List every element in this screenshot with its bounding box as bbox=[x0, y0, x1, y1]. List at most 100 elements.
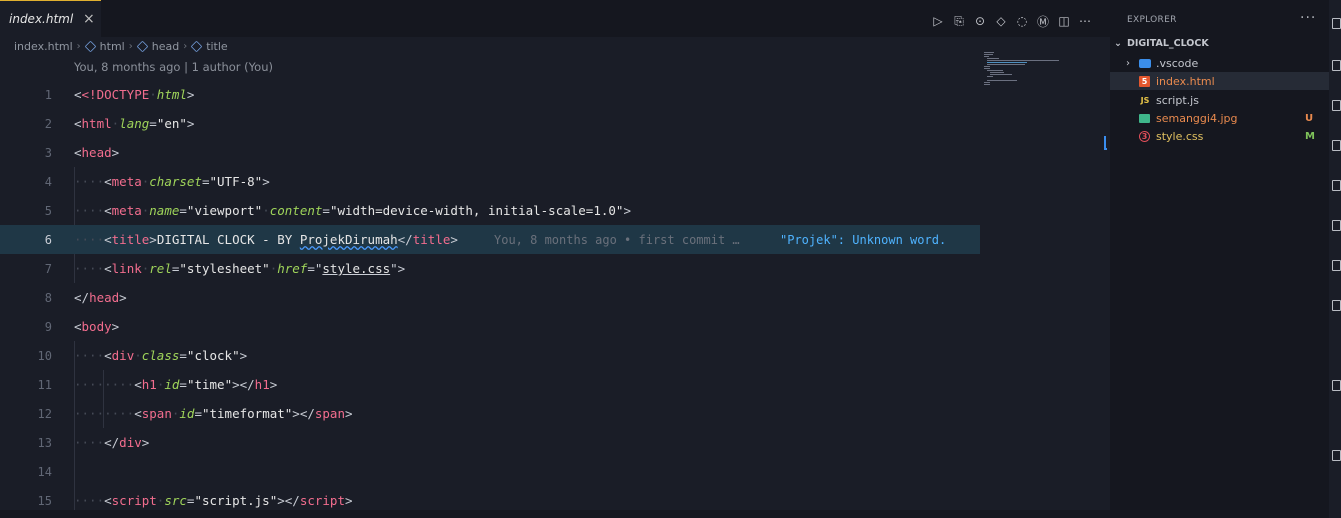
explorer-sidebar: EXPLORER ··· ⌄ DIGITAL_CLOCK › .vscode 5… bbox=[1110, 0, 1329, 518]
code-line[interactable]: 13 ····</div> bbox=[0, 428, 980, 457]
secondary-activity-bar bbox=[1329, 0, 1341, 518]
git-compare-icon[interactable]: ◇ bbox=[993, 12, 1009, 30]
run-icon[interactable]: ▷ bbox=[930, 12, 946, 30]
breadcrumb-head[interactable]: head bbox=[152, 40, 179, 53]
vscode-folder-icon bbox=[1139, 58, 1151, 68]
explorer-title: EXPLORER bbox=[1127, 15, 1177, 25]
code-line[interactable]: 5 ····<meta·name="viewport"·content="wid… bbox=[0, 196, 980, 225]
panel-icon[interactable] bbox=[1332, 60, 1341, 71]
panel-icon[interactable] bbox=[1332, 18, 1341, 29]
code-text: ········<span·id="timeformat"></span> bbox=[74, 406, 353, 421]
line-number: 9 bbox=[44, 319, 52, 334]
element-icon bbox=[84, 40, 96, 52]
panel-icon[interactable] bbox=[1332, 260, 1341, 271]
panel-icon[interactable] bbox=[1332, 380, 1341, 391]
breadcrumb-title[interactable]: title bbox=[206, 40, 228, 53]
line-number: 7 bbox=[44, 261, 52, 276]
split-editor-icon[interactable]: ◫ bbox=[1056, 12, 1072, 30]
file-semanggi4-jpg[interactable]: semanggi4.jpg U bbox=[1110, 109, 1329, 127]
file-label: script.js bbox=[1156, 93, 1199, 107]
code-line[interactable]: 7 ····<link·rel="stylesheet"·href="style… bbox=[0, 254, 980, 283]
line-number: 10 bbox=[37, 348, 52, 363]
panel-tab-bar bbox=[0, 510, 1110, 518]
spell-check-diagnostic[interactable]: "Projek": Unknown word. bbox=[780, 233, 946, 247]
code-text: <<!DOCTYPE·html> bbox=[74, 87, 195, 102]
code-text: <head> bbox=[74, 145, 120, 160]
chevron-right-icon: › bbox=[76, 40, 81, 52]
code-text: ····</div> bbox=[74, 435, 150, 450]
code-line[interactable]: 11 ········<h1·id="time"></h1> bbox=[0, 370, 980, 399]
git-previous-change-icon[interactable]: ⊙ bbox=[972, 12, 988, 30]
code-text: <html·lang="en"> bbox=[74, 116, 195, 131]
line-number: 13 bbox=[37, 435, 52, 450]
tab-bar: index.html × ▷ ⎘ ⊙ ◇ ◌ Ⓜ ◫ ⋯ bbox=[0, 0, 1110, 37]
file-script-js[interactable]: JS script.js bbox=[1110, 91, 1329, 109]
file-index-html[interactable]: 5 index.html bbox=[1110, 72, 1329, 90]
file-link: style.css bbox=[322, 261, 391, 276]
untracked-badge: U bbox=[1305, 112, 1314, 124]
line-number: 11 bbox=[37, 377, 52, 392]
close-icon[interactable]: × bbox=[83, 11, 95, 27]
line-number: 14 bbox=[37, 464, 52, 479]
open-preview-icon[interactable]: ⎘ bbox=[951, 12, 967, 30]
code-text: ····<link·rel="stylesheet"·href="style.c… bbox=[74, 261, 406, 276]
git-next-change-icon[interactable]: ◌ bbox=[1014, 12, 1030, 30]
file-vscode[interactable]: › .vscode bbox=[1110, 54, 1329, 72]
code-line[interactable]: 9 <body> bbox=[0, 312, 980, 341]
chevron-down-icon: ⌄ bbox=[1114, 38, 1122, 49]
code-line[interactable]: 2 <html·lang="en"> bbox=[0, 109, 980, 138]
markdown-icon[interactable]: Ⓜ bbox=[1035, 12, 1051, 30]
chevron-right-icon: › bbox=[1126, 57, 1130, 69]
editor-actions: ▷ ⎘ ⊙ ◇ ◌ Ⓜ ◫ ⋯ bbox=[930, 12, 1093, 30]
code-text: ····<meta·charset="UTF-8"> bbox=[74, 174, 270, 189]
file-style-css[interactable]: 3 style.css M bbox=[1110, 127, 1329, 145]
more-actions-icon[interactable]: ⋯ bbox=[1077, 12, 1093, 30]
codelens-blame[interactable]: You, 8 months ago | 1 author (You) bbox=[74, 60, 273, 74]
file-label: semanggi4.jpg bbox=[1156, 111, 1238, 125]
line-number: 5 bbox=[44, 203, 52, 218]
element-icon bbox=[190, 40, 203, 52]
code-text: ····<div·class="clock"> bbox=[74, 348, 248, 363]
code-text: ········<h1·id="time"></h1> bbox=[74, 377, 278, 392]
code-line[interactable]: 12 ········<span·id="timeformat"></span> bbox=[0, 399, 980, 428]
tab-index-html[interactable]: index.html × bbox=[0, 0, 101, 37]
chevron-right-icon: › bbox=[183, 40, 188, 52]
line-number: 2 bbox=[44, 116, 52, 131]
breadcrumb-html[interactable]: html bbox=[100, 40, 125, 53]
panel-icon[interactable] bbox=[1332, 220, 1341, 231]
folder-label: DIGITAL_CLOCK bbox=[1126, 38, 1209, 49]
editor-area: index.html × ▷ ⎘ ⊙ ◇ ◌ Ⓜ ◫ ⋯ index.html … bbox=[0, 0, 1110, 518]
panel-icon[interactable] bbox=[1332, 100, 1341, 111]
code-text: </head> bbox=[74, 290, 127, 305]
modified-badge: M bbox=[1305, 130, 1315, 142]
file-label: index.html bbox=[1156, 74, 1215, 88]
code-text: <body> bbox=[74, 319, 120, 334]
tab-label: index.html bbox=[9, 12, 74, 26]
line-number: 3 bbox=[44, 145, 52, 160]
code-line[interactable]: 10 ····<div·class="clock"> bbox=[0, 341, 980, 370]
line-number: 4 bbox=[44, 174, 52, 189]
line-number: 1 bbox=[44, 87, 52, 102]
breadcrumb: index.html › html › head › title bbox=[14, 38, 228, 54]
misspelled-word: ProjekDirumah bbox=[299, 232, 398, 247]
code-line[interactable]: 3 <head> bbox=[0, 138, 980, 167]
panel-icon[interactable] bbox=[1332, 140, 1341, 151]
line-number: 8 bbox=[44, 290, 52, 305]
code-line[interactable]: 8 </head> bbox=[0, 283, 980, 312]
folder-digital-clock[interactable]: ⌄ DIGITAL_CLOCK bbox=[1114, 38, 1209, 49]
code-line[interactable]: 14 bbox=[0, 457, 980, 486]
css-icon: 3 bbox=[1139, 130, 1150, 142]
panel-icon[interactable] bbox=[1332, 180, 1341, 191]
line-number: 12 bbox=[37, 406, 52, 421]
image-icon bbox=[1139, 113, 1150, 123]
code-line[interactable]: 1 <<!DOCTYPE·html> bbox=[0, 80, 980, 109]
html5-icon: 5 bbox=[1139, 75, 1150, 87]
minimap[interactable] bbox=[984, 52, 1064, 92]
panel-icon[interactable] bbox=[1332, 300, 1341, 311]
code-line-current[interactable]: 6 ····<title>DIGITAL CLOCK - BY ProjekDi… bbox=[0, 225, 980, 254]
inline-git-blame[interactable]: You, 8 months ago • first commit … bbox=[494, 233, 740, 247]
panel-icon[interactable] bbox=[1332, 450, 1341, 461]
breadcrumb-file[interactable]: index.html bbox=[14, 40, 73, 53]
more-actions-icon[interactable]: ··· bbox=[1300, 10, 1316, 26]
code-line[interactable]: 4 ····<meta·charset="UTF-8"> bbox=[0, 167, 980, 196]
